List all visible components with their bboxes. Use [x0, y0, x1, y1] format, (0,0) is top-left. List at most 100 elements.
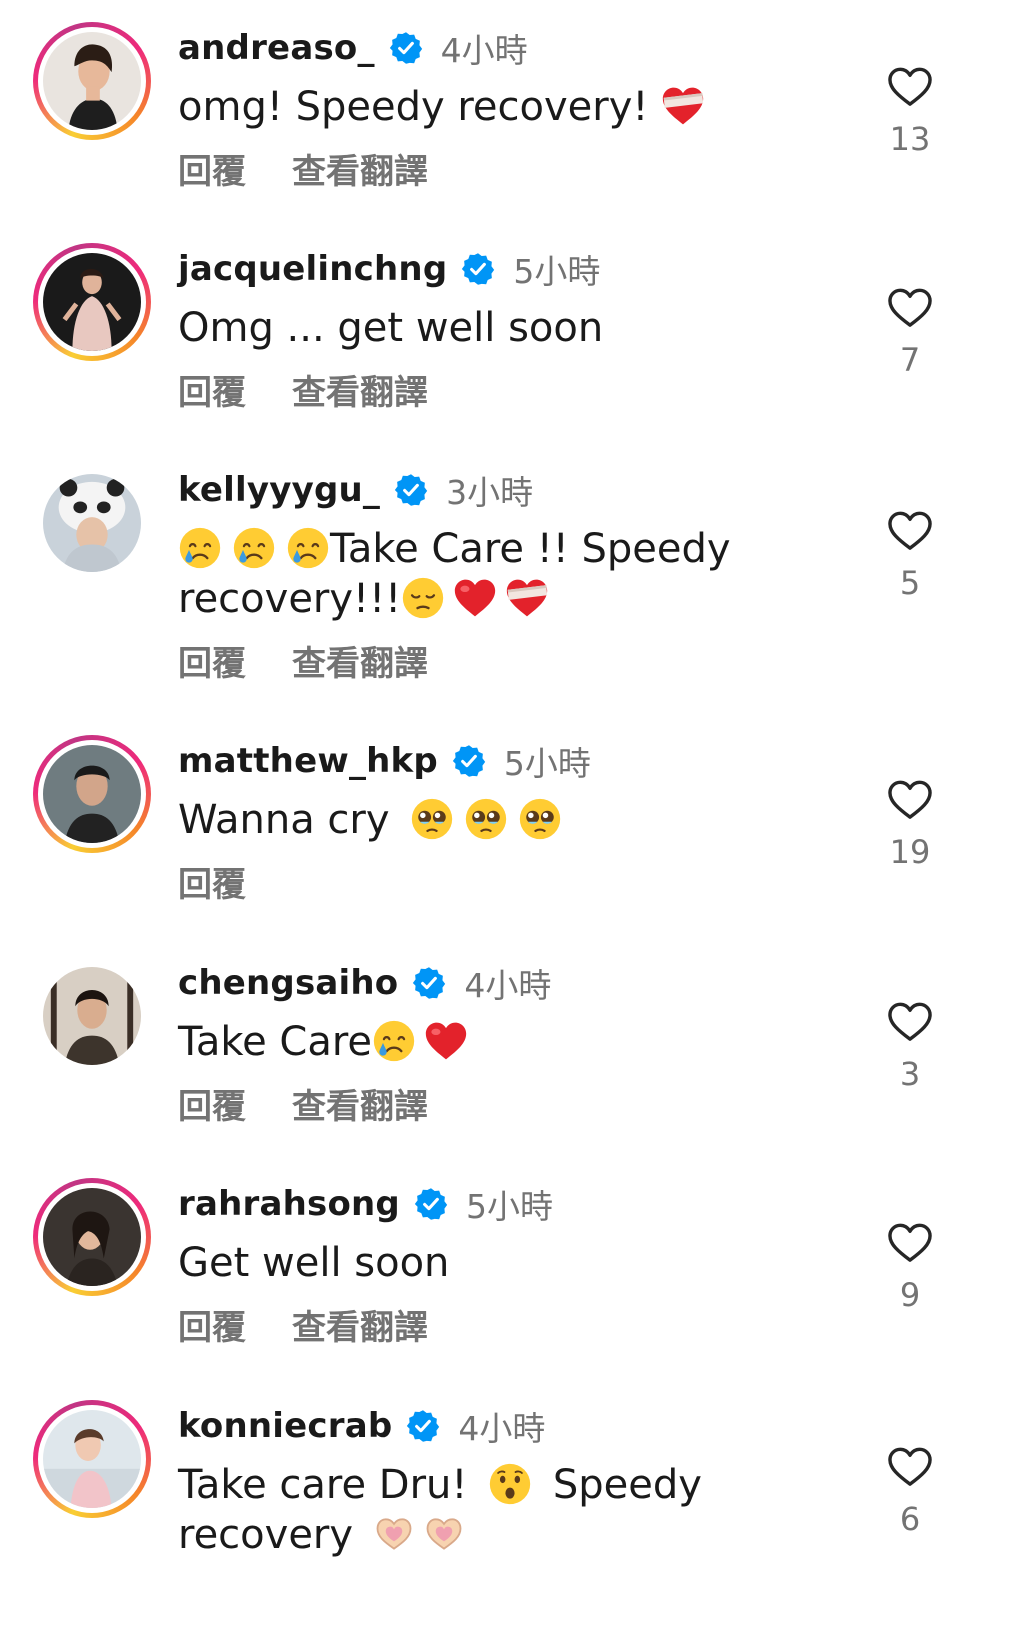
like-count: 19 — [889, 833, 931, 871]
comment-meta: andreaso_ 4小時 — [178, 24, 528, 72]
crying-face-icon — [372, 1019, 416, 1063]
comment-actions: 回覆 查看翻譯 — [178, 1079, 428, 1128]
hushed-face-icon — [488, 1462, 532, 1506]
red-heart-icon — [453, 576, 497, 620]
username[interactable]: kellyyygu_ — [178, 470, 380, 510]
comment-meta: rahrahsong 5小時 — [178, 1180, 553, 1228]
reply-button[interactable]: 回覆 — [178, 857, 246, 906]
username[interactable]: jacquelinchng — [178, 249, 447, 289]
reply-button[interactable]: 回覆 — [178, 636, 246, 685]
like-count: 9 — [899, 1276, 921, 1314]
crying-face-icon — [232, 526, 276, 570]
red-heart-icon — [424, 1019, 468, 1063]
comment-meta: matthew_hkp 5小時 — [178, 737, 591, 785]
crying-face-icon — [178, 526, 222, 570]
timestamp: 4小時 — [440, 31, 528, 70]
like-control: 9 — [880, 1222, 940, 1314]
timestamp: 4小時 — [458, 1409, 546, 1448]
avatar — [43, 1410, 141, 1508]
comment-text-content: Wanna cry — [178, 797, 390, 843]
see-translation-button[interactable]: 查看翻譯 — [292, 636, 428, 685]
comment-actions: 回覆 查看翻譯 — [178, 1300, 428, 1349]
heart-outline-icon[interactable] — [887, 66, 933, 108]
pleading-face-icon — [518, 797, 562, 841]
comment-text-line1: Take care Dru! — [178, 1462, 468, 1508]
like-count: 3 — [899, 1055, 921, 1093]
reply-button[interactable]: 回覆 — [178, 1079, 246, 1128]
heart-outline-icon[interactable] — [887, 287, 933, 329]
like-control: 6 — [880, 1446, 940, 1538]
comment-meta: jacquelinchng 5小時 — [178, 245, 600, 293]
comment-text-line1: Take Care !! Speedy — [330, 526, 731, 572]
comment-text-line2: recovery — [178, 1512, 354, 1558]
avatar — [43, 474, 141, 572]
username[interactable]: matthew_hkp — [178, 741, 438, 781]
username[interactable]: chengsaiho — [178, 963, 398, 1003]
story-ring-avatar[interactable] — [33, 1178, 151, 1296]
comment-text-content: Take Care — [178, 1019, 373, 1065]
like-control: 3 — [880, 1001, 940, 1093]
heart-outline-icon[interactable] — [887, 779, 933, 821]
like-control: 7 — [880, 287, 940, 379]
comment-actions: 回覆 查看翻譯 — [178, 365, 428, 414]
username[interactable]: konniecrab — [178, 1406, 392, 1446]
pensive-face-icon — [401, 576, 445, 620]
comment-meta: konniecrab 4小時 — [178, 1402, 545, 1450]
heart-hands-icon — [372, 1512, 416, 1556]
comment-actions: 回覆 查看翻譯 — [178, 144, 428, 193]
pleading-face-icon — [410, 797, 454, 841]
heart-hands-icon — [422, 1512, 466, 1556]
avatar — [43, 1188, 141, 1286]
like-count: 5 — [899, 564, 921, 602]
comment-text: Wanna cry — [178, 795, 778, 845]
crying-face-icon — [286, 526, 330, 570]
comment-text: omg! Speedy recovery! — [178, 82, 778, 132]
comment-actions: 回覆 — [178, 857, 246, 906]
username[interactable]: rahrahsong — [178, 1184, 400, 1224]
comment-text-line1b: Speedy — [552, 1462, 702, 1508]
comment-text: Take care Dru! Speedy recovery — [178, 1460, 798, 1560]
mending-heart-icon — [661, 84, 705, 128]
avatar-wrapper[interactable] — [33, 957, 151, 1075]
story-ring-avatar[interactable] — [33, 22, 151, 140]
story-ring-avatar[interactable] — [33, 243, 151, 361]
see-translation-button[interactable]: 查看翻譯 — [292, 1300, 428, 1349]
comment-text: Take Care — [178, 1017, 778, 1067]
verified-badge-icon — [412, 966, 446, 1000]
reply-button[interactable]: 回覆 — [178, 1300, 246, 1349]
comment-meta: chengsaiho 4小時 — [178, 959, 551, 1007]
timestamp: 4小時 — [464, 966, 552, 1005]
like-count: 7 — [899, 341, 921, 379]
comment-text-content: Omg ... get well soon — [178, 305, 604, 351]
story-ring-avatar[interactable] — [33, 1400, 151, 1518]
timestamp: 3小時 — [446, 473, 534, 512]
avatar — [43, 967, 141, 1065]
comment-text-line2: recovery!!! — [178, 576, 402, 622]
verified-badge-icon — [452, 744, 486, 778]
see-translation-button[interactable]: 查看翻譯 — [292, 1079, 428, 1128]
avatar-wrapper[interactable] — [33, 464, 151, 582]
heart-outline-icon[interactable] — [887, 1001, 933, 1043]
comment-meta: kellyyygu_ 3小時 — [178, 466, 533, 514]
like-control: 19 — [880, 779, 940, 871]
story-ring-avatar[interactable] — [33, 735, 151, 853]
comment-text-content: Get well soon — [178, 1240, 450, 1286]
heart-outline-icon[interactable] — [887, 1446, 933, 1488]
like-control: 13 — [880, 66, 940, 158]
heart-outline-icon[interactable] — [887, 1222, 933, 1264]
reply-button[interactable]: 回覆 — [178, 365, 246, 414]
verified-badge-icon — [414, 1187, 448, 1221]
timestamp: 5小時 — [513, 252, 601, 291]
comment-text: Take Care !! Speedy recovery!!! — [178, 524, 798, 624]
verified-badge-icon — [394, 473, 428, 507]
reply-button[interactable]: 回覆 — [178, 144, 246, 193]
pleading-face-icon — [464, 797, 508, 841]
see-translation-button[interactable]: 查看翻譯 — [292, 365, 428, 414]
avatar — [43, 32, 141, 130]
see-translation-button[interactable]: 查看翻譯 — [292, 144, 428, 193]
verified-badge-icon — [406, 1409, 440, 1443]
comment-text: Omg ... get well soon — [178, 303, 778, 353]
comment-text: Get well soon — [178, 1238, 778, 1288]
heart-outline-icon[interactable] — [887, 510, 933, 552]
username[interactable]: andreaso_ — [178, 28, 375, 68]
